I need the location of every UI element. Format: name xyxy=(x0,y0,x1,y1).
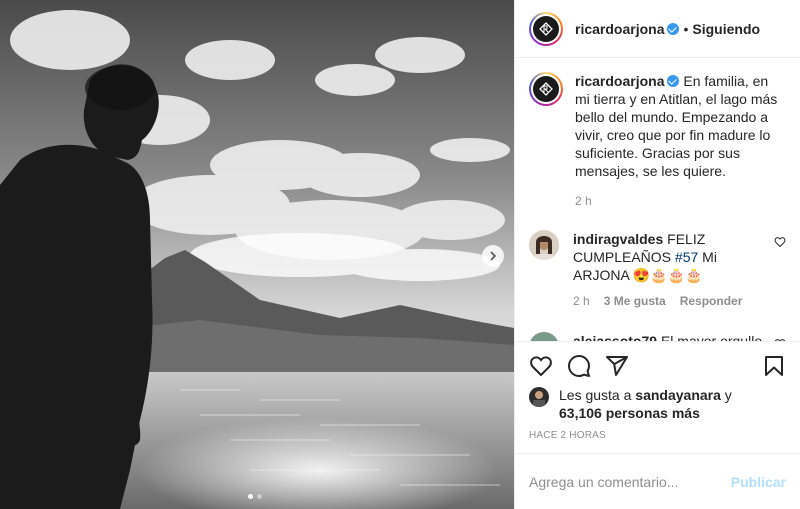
chevron-right-icon xyxy=(490,251,497,261)
reply-button[interactable]: Responder xyxy=(680,292,743,310)
add-comment-bar: Publicar xyxy=(515,453,800,509)
carousel-dot-1 xyxy=(248,494,253,499)
post-side-panel: ricardoarjona • Siguiendo ricardoarjona … xyxy=(514,0,800,509)
comment-hashtag[interactable]: #57 xyxy=(675,249,698,265)
post-viewer: ricardoarjona • Siguiendo ricardoarjona … xyxy=(0,0,800,509)
likes-summary: Les gusta a sandayanara y 63,106 persona… xyxy=(529,386,786,422)
next-photo-button[interactable] xyxy=(482,245,504,267)
caption-time[interactable]: 2 h xyxy=(575,194,592,208)
post-header: ricardoarjona • Siguiendo xyxy=(515,0,800,58)
verified-icon xyxy=(667,75,680,87)
post-timestamp[interactable]: HACE 2 HORAS xyxy=(529,430,786,441)
carousel-indicator xyxy=(248,494,262,499)
caption-avatar[interactable] xyxy=(529,72,563,106)
caption-username[interactable]: ricardoarjona xyxy=(575,73,664,89)
like-button[interactable] xyxy=(529,354,553,378)
brand-logo-icon xyxy=(539,82,553,96)
comment-username[interactable]: indiragvaldes xyxy=(573,231,663,247)
likes-prefix: Les gusta a xyxy=(559,387,632,403)
publish-button[interactable]: Publicar xyxy=(731,474,786,490)
following-button[interactable]: Siguiendo xyxy=(692,21,760,37)
share-button[interactable] xyxy=(605,354,629,378)
comment: alejassoto79 El mayor orgullo de todos l… xyxy=(529,332,786,341)
commenter-avatar[interactable] xyxy=(529,332,559,341)
comment: indiragvaldes FELIZ CUMPLEAÑOS #57 Mi AR… xyxy=(529,230,786,310)
caption-text: ricardoarjona En familia, en mi tierra y… xyxy=(575,72,786,180)
post-photo-image xyxy=(0,0,514,509)
comment-time[interactable]: 2 h xyxy=(573,292,590,310)
bookmark-icon xyxy=(765,356,783,376)
comment-likes[interactable]: 3 Me gusta xyxy=(604,292,666,310)
comment-body: alejassoto79 El mayor orgullo de todos l… xyxy=(573,332,766,341)
likes-text: Les gusta a sandayanara y 63,106 persona… xyxy=(559,386,732,422)
save-button[interactable] xyxy=(762,354,786,378)
comment-emoji: 😍🎂🎂🎂 xyxy=(632,267,703,283)
likes-count[interactable]: 63,106 personas más xyxy=(559,405,700,421)
carousel-dot-2 xyxy=(257,494,262,499)
post-actions: Les gusta a sandayanara y 63,106 persona… xyxy=(515,341,800,453)
brand-logo-icon xyxy=(539,21,553,36)
header-separator: • xyxy=(683,20,689,37)
comment-icon xyxy=(568,355,590,377)
author-avatar[interactable] xyxy=(529,11,563,46)
liker-username[interactable]: sandayanara xyxy=(635,387,721,403)
author-username[interactable]: ricardoarjona xyxy=(575,21,664,37)
likes-connector: y xyxy=(724,387,732,403)
comment-username[interactable]: alejassoto79 xyxy=(573,333,657,341)
post-photo[interactable] xyxy=(0,0,514,509)
comment-button[interactable] xyxy=(567,354,591,378)
heart-icon xyxy=(530,356,552,377)
comments-list[interactable]: ricardoarjona En familia, en mi tierra y… xyxy=(515,58,800,341)
action-bar xyxy=(529,348,786,384)
share-icon xyxy=(606,356,628,376)
like-comment-heart-icon[interactable] xyxy=(774,236,786,248)
commenter-avatar[interactable] xyxy=(529,230,559,260)
caption: ricardoarjona En familia, en mi tierra y… xyxy=(529,72,786,180)
comment-body: indiragvaldes FELIZ CUMPLEAÑOS #57 Mi AR… xyxy=(573,230,766,310)
verified-icon xyxy=(667,22,680,35)
liker-avatar[interactable] xyxy=(529,387,549,407)
comment-input[interactable] xyxy=(529,473,731,490)
